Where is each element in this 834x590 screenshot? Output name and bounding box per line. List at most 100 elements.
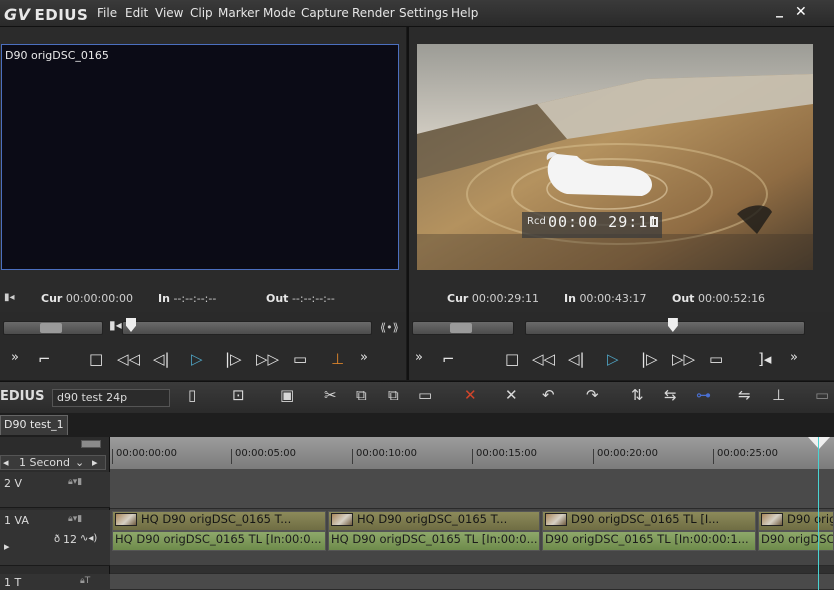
recorder-extra-icon[interactable]: » xyxy=(790,350,798,365)
track-row-1t[interactable] xyxy=(110,574,834,590)
track-gap xyxy=(110,566,834,574)
copy-icon[interactable]: ⧉ xyxy=(356,386,367,404)
recorder-shuttle-handle[interactable] xyxy=(450,323,472,333)
track-1va-expand-icon[interactable]: ▸ xyxy=(4,540,10,553)
player-fast-forward-icon[interactable]: ▷▷ xyxy=(256,350,279,368)
recorder-cur-timecode: Cur 00:00:29:11 xyxy=(447,292,539,305)
timeline-zoom-slider[interactable] xyxy=(81,440,101,448)
recorder-video-frame[interactable] xyxy=(417,44,813,270)
playhead-handle[interactable] xyxy=(808,437,830,449)
clip-label: D90 origD xyxy=(787,512,833,526)
recorder-step-forward-icon[interactable]: |▷ xyxy=(641,350,658,368)
menu-mode[interactable]: Mode xyxy=(263,6,296,20)
overwrite-mode-icon[interactable]: ⇆ xyxy=(664,386,677,404)
menu-render[interactable]: Render xyxy=(352,6,395,20)
video-clip[interactable]: HQ D90 origDSC_0165 T... xyxy=(112,511,326,531)
video-clip[interactable]: D90 origD xyxy=(758,511,834,531)
scale-left-arrow-icon[interactable]: ◂ xyxy=(3,456,9,469)
player-more-icon[interactable]: » xyxy=(11,350,19,365)
extra-tool-icon[interactable]: ▭ xyxy=(815,386,829,404)
sequence-tab[interactable]: D90 test_1 xyxy=(0,415,68,435)
player-mark-in-icon[interactable]: ⌐ xyxy=(38,350,51,368)
player-insert-to-timeline-icon[interactable]: ⊥ xyxy=(331,350,344,368)
menu-view[interactable]: View xyxy=(155,6,183,20)
player-screen[interactable] xyxy=(1,44,399,270)
cut-icon[interactable]: ✂ xyxy=(324,386,337,404)
recorder-loop-icon[interactable]: ▭ xyxy=(709,350,723,368)
recorder-mark-in-icon[interactable]: ⌐ xyxy=(442,350,455,368)
track-row-2v[interactable] xyxy=(110,469,834,509)
scale-dropdown-icon[interactable]: ⌄ xyxy=(75,456,84,469)
app-name: EDIUS xyxy=(34,6,89,24)
menu-clip[interactable]: Clip xyxy=(190,6,213,20)
sync-icon[interactable]: ⟪•⟫ xyxy=(380,321,399,334)
player-rewind-icon[interactable]: ◁◁ xyxy=(117,350,140,368)
audio-clip[interactable]: HQ D90 origDSC_0165 TL [In:00:0... xyxy=(112,531,326,551)
open-project-icon[interactable]: ⊡ xyxy=(232,386,245,404)
recorder-fast-forward-icon[interactable]: ▷▷ xyxy=(672,350,695,368)
player-step-back-icon[interactable]: ◁| xyxy=(153,350,170,368)
video-clip[interactable]: HQ D90 origDSC_0165 T... xyxy=(328,511,540,531)
track-1va-audio-channels: 12 xyxy=(63,533,77,546)
ruler-tick-line xyxy=(593,449,594,464)
clip-thumbnail-icon xyxy=(115,513,137,526)
new-project-icon[interactable]: ▯ xyxy=(188,386,196,404)
recorder-stop-icon[interactable]: □ xyxy=(505,350,519,368)
audio-clip[interactable]: D90 origDSC_0165 TL [In:00:00:1... xyxy=(542,531,756,551)
track-1va-lock-icon[interactable]: 🔒︎▾▮ xyxy=(68,514,82,524)
player-position-bar[interactable] xyxy=(122,321,372,335)
recorder-trim-icon[interactable]: ]◂ xyxy=(758,350,771,368)
insert-mode-icon[interactable]: ⇅ xyxy=(631,386,644,404)
menu-help[interactable]: Help xyxy=(451,6,478,20)
video-clip[interactable]: D90 origDSC_0165 TL [I... xyxy=(542,511,756,531)
ripple-delete-icon[interactable]: ✕ xyxy=(505,386,518,404)
recorder-rewind-icon[interactable]: ◁◁ xyxy=(532,350,555,368)
delete-icon[interactable]: ✕ xyxy=(464,386,477,404)
player-cur-timecode: Cur 00:00:00:00 xyxy=(41,292,133,305)
ruler-tick: 00:00:15:00 xyxy=(476,448,538,459)
redo-icon[interactable]: ↷ xyxy=(586,386,599,404)
snap-icon[interactable]: ⊥ xyxy=(772,386,785,404)
minimize-button[interactable]: _ xyxy=(776,2,783,18)
track-1va-audio-icon[interactable]: ð xyxy=(54,534,60,545)
track-1t-lock-icon[interactable]: 🔒︎T xyxy=(80,576,90,586)
player-step-forward-icon[interactable]: |▷ xyxy=(225,350,242,368)
audio-clip[interactable]: D90 origDSC xyxy=(758,531,834,551)
save-project-icon[interactable]: ▣ xyxy=(280,386,294,404)
recorder-position-bar[interactable] xyxy=(525,321,805,335)
sequence-name-field[interactable]: d90 test 24p xyxy=(52,389,170,407)
timeline-playhead[interactable] xyxy=(818,437,819,590)
audio-clip[interactable]: HQ D90 origDSC_0165 TL [In:00:0... xyxy=(328,531,540,551)
menu-capture[interactable]: Capture xyxy=(301,6,349,20)
scale-right-arrow-icon[interactable]: ▸ xyxy=(92,456,98,469)
recorder-play-icon[interactable]: ▷ xyxy=(607,350,619,368)
paste-icon[interactable]: ⧉ xyxy=(388,386,399,404)
player-play-icon[interactable]: ▷ xyxy=(191,350,203,368)
clip-thumbnail-icon xyxy=(545,513,567,526)
track-1va-name: 1 VA xyxy=(4,514,29,527)
ripple-mode-icon[interactable]: ⇋ xyxy=(738,386,751,404)
ruler-tick: 00:00:25:00 xyxy=(717,448,779,459)
undo-icon[interactable]: ↶ xyxy=(542,386,555,404)
menu-file[interactable]: File xyxy=(97,6,117,20)
player-loop-icon[interactable]: ▭ xyxy=(293,350,307,368)
player-extra-icon[interactable]: » xyxy=(360,350,368,365)
recorder-out-timecode: Out 00:00:52:16 xyxy=(672,292,766,305)
player-in-marker-icon: ▮◂ xyxy=(109,318,122,332)
menu-marker[interactable]: Marker xyxy=(218,6,259,20)
player-shuttle-handle[interactable] xyxy=(40,323,62,333)
menu-settings[interactable]: Settings xyxy=(399,6,448,20)
recorder-in-timecode: In 00:00:43:17 xyxy=(564,292,647,305)
player-stop-icon[interactable]: □ xyxy=(89,350,103,368)
player-clip-name: D90 origDSC_0165 xyxy=(5,49,109,62)
recorder-more-icon[interactable]: » xyxy=(415,350,423,365)
clip-thumbnail-icon xyxy=(331,513,353,526)
clip-label: HQ D90 origDSC_0165 T... xyxy=(357,512,508,526)
sync-lock-icon[interactable]: ⊶ xyxy=(696,386,711,404)
recorder-step-back-icon[interactable]: ◁| xyxy=(568,350,585,368)
track-2v-lock-icon[interactable]: 🔒︎▾▮ xyxy=(68,477,82,487)
menu-edit[interactable]: Edit xyxy=(125,6,148,20)
replace-icon[interactable]: ▭ xyxy=(418,386,432,404)
track-1va-waveform-icon[interactable]: ∿◂) xyxy=(80,533,97,544)
close-button[interactable]: ✕ xyxy=(795,4,807,20)
